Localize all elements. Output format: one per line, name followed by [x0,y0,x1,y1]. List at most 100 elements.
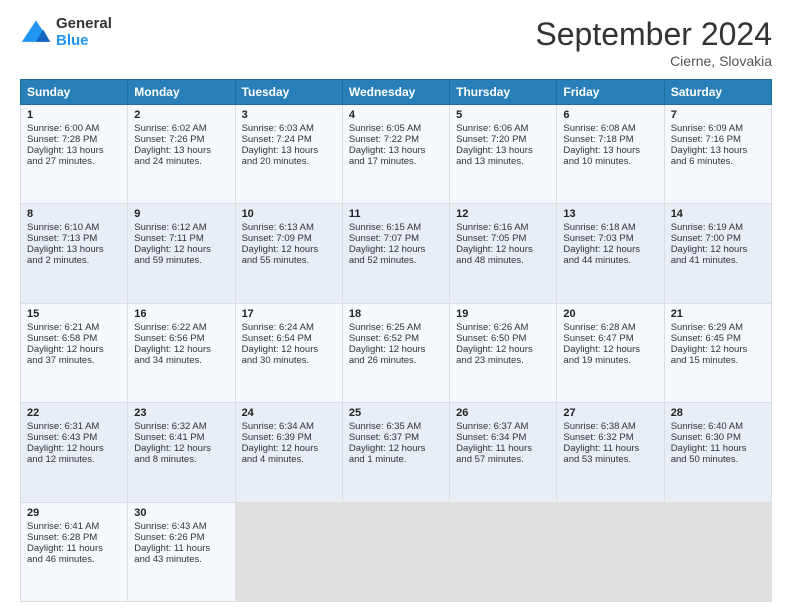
day-info-line: and 37 minutes. [27,355,121,366]
day-info-line: and 52 minutes. [349,255,443,266]
day-info-line: Sunrise: 6:09 AM [671,123,765,134]
day-info-line: and 19 minutes. [563,355,657,366]
day-info-line: and 13 minutes. [456,156,550,167]
day-number: 6 [563,109,657,121]
header-monday: Monday [128,80,235,105]
day-info-line: Sunset: 7:26 PM [134,134,228,145]
title-block: September 2024 Cierne, Slovakia [535,16,772,69]
day-number: 19 [456,308,550,320]
day-number: 25 [349,407,443,419]
day-info-line: Daylight: 11 hours [671,443,765,454]
day-info-line: and 20 minutes. [242,156,336,167]
day-info-line: and 23 minutes. [456,355,550,366]
calendar-cell [450,502,557,601]
day-info-line: Sunset: 6:43 PM [27,432,121,443]
calendar-cell: 23Sunrise: 6:32 AMSunset: 6:41 PMDayligh… [128,403,235,502]
day-number: 8 [27,208,121,220]
day-info-line: and 55 minutes. [242,255,336,266]
day-info-line: Sunrise: 6:08 AM [563,123,657,134]
calendar-cell: 5Sunrise: 6:06 AMSunset: 7:20 PMDaylight… [450,105,557,204]
day-info-line: Sunrise: 6:37 AM [456,421,550,432]
day-info-line: Sunset: 6:54 PM [242,333,336,344]
day-number: 29 [27,507,121,519]
header-wednesday: Wednesday [342,80,449,105]
day-info-line: Daylight: 12 hours [27,344,121,355]
day-info-line: Daylight: 12 hours [349,443,443,454]
calendar-cell: 12Sunrise: 6:16 AMSunset: 7:05 PMDayligh… [450,204,557,303]
day-info-line: Daylight: 12 hours [349,344,443,355]
calendar-cell: 4 Sunrise: 6:05 AMSunset: 7:22 PMDaylight… [342,105,449,204]
day-info-line: and 10 minutes. [563,156,657,167]
day-info-line: Daylight: 12 hours [671,344,765,355]
calendar-cell: 16Sunrise: 6:22 AMSunset: 6:56 PMDayligh… [128,303,235,402]
day-number: 3 [242,109,336,121]
day-info-line: Daylight: 12 hours [349,244,443,255]
day-info-line: and 4 minutes. [242,454,336,465]
day-info-line: Daylight: 12 hours [134,443,228,454]
day-info-line: and 24 minutes. [134,156,228,167]
day-number: 17 [242,308,336,320]
day-info-line: Sunset: 6:47 PM [563,333,657,344]
day-info-line: Sunset: 7:00 PM [671,233,765,244]
day-info-line: Sunrise: 6:35 AM [349,421,443,432]
day-info-line: and 34 minutes. [134,355,228,366]
day-info-line: Daylight: 11 hours [563,443,657,454]
calendar-week-5: 29Sunrise: 6:41 AMSunset: 6:28 PMDayligh… [21,502,772,601]
day-info-line: and 41 minutes. [671,255,765,266]
logo-blue-text: Blue [56,33,112,50]
day-number: 4 [349,109,443,121]
day-info-line: Sunrise: 6:12 AM [134,222,228,233]
day-number: 10 [242,208,336,220]
day-info-line: Sunrise: 6:16 AM [456,222,550,233]
calendar-cell: 13Sunrise: 6:18 AMSunset: 7:03 PMDayligh… [557,204,664,303]
header-row: Sunday Monday Tuesday Wednesday Thursday… [21,80,772,105]
day-info-line: Daylight: 11 hours [456,443,550,454]
day-info-line: and 26 minutes. [349,355,443,366]
day-info-line: Sunset: 7:22 PM [349,134,443,145]
calendar-cell: 8Sunrise: 6:10 AMSunset: 7:13 PMDaylight… [21,204,128,303]
day-info-line: Sunset: 7:13 PM [27,233,121,244]
day-info-line: Sunrise: 6:41 AM [27,521,121,532]
day-info-line: Sunrise: 6:25 AM [349,322,443,333]
day-number: 13 [563,208,657,220]
day-info-line: and 59 minutes. [134,255,228,266]
day-number: 30 [134,507,228,519]
day-number: 11 [349,208,443,220]
calendar-cell: 21Sunrise: 6:29 AMSunset: 6:45 PMDayligh… [664,303,771,402]
calendar-cell: 10Sunrise: 6:13 AMSunset: 7:09 PMDayligh… [235,204,342,303]
day-info-line: Sunset: 6:45 PM [671,333,765,344]
day-info-line: Sunset: 7:20 PM [456,134,550,145]
day-info-line: Daylight: 13 hours [27,244,121,255]
day-info-line: Sunrise: 6:05 AM [349,123,443,134]
day-info-line: Sunrise: 6:32 AM [134,421,228,432]
header-tuesday: Tuesday [235,80,342,105]
day-info-line: and 27 minutes. [27,156,121,167]
day-info-line: and 1 minute. [349,454,443,465]
page: General Blue September 2024 Cierne, Slov… [0,0,792,612]
day-info-line: Sunset: 6:58 PM [27,333,121,344]
header-friday: Friday [557,80,664,105]
day-info-line: Daylight: 13 hours [671,145,765,156]
day-info-line: Sunset: 7:18 PM [563,134,657,145]
day-info-line: Daylight: 12 hours [134,344,228,355]
day-info-line: Daylight: 13 hours [349,145,443,156]
day-info-line: Sunrise: 6:18 AM [563,222,657,233]
calendar-cell [342,502,449,601]
day-number: 5 [456,109,550,121]
day-number: 18 [349,308,443,320]
day-number: 27 [563,407,657,419]
day-number: 26 [456,407,550,419]
calendar-cell: 28Sunrise: 6:40 AMSunset: 6:30 PMDayligh… [664,403,771,502]
day-info-line: and 53 minutes. [563,454,657,465]
day-info-line: Daylight: 13 hours [456,145,550,156]
day-info-line: Sunrise: 6:00 AM [27,123,121,134]
day-number: 12 [456,208,550,220]
day-info-line: Daylight: 11 hours [134,543,228,554]
day-info-line: Sunrise: 6:24 AM [242,322,336,333]
header: General Blue September 2024 Cierne, Slov… [20,16,772,69]
calendar-table: Sunday Monday Tuesday Wednesday Thursday… [20,79,772,602]
day-info-line: and 6 minutes. [671,156,765,167]
calendar-week-2: 8Sunrise: 6:10 AMSunset: 7:13 PMDaylight… [21,204,772,303]
day-info-line: and 12 minutes. [27,454,121,465]
day-info-line: Daylight: 13 hours [134,145,228,156]
